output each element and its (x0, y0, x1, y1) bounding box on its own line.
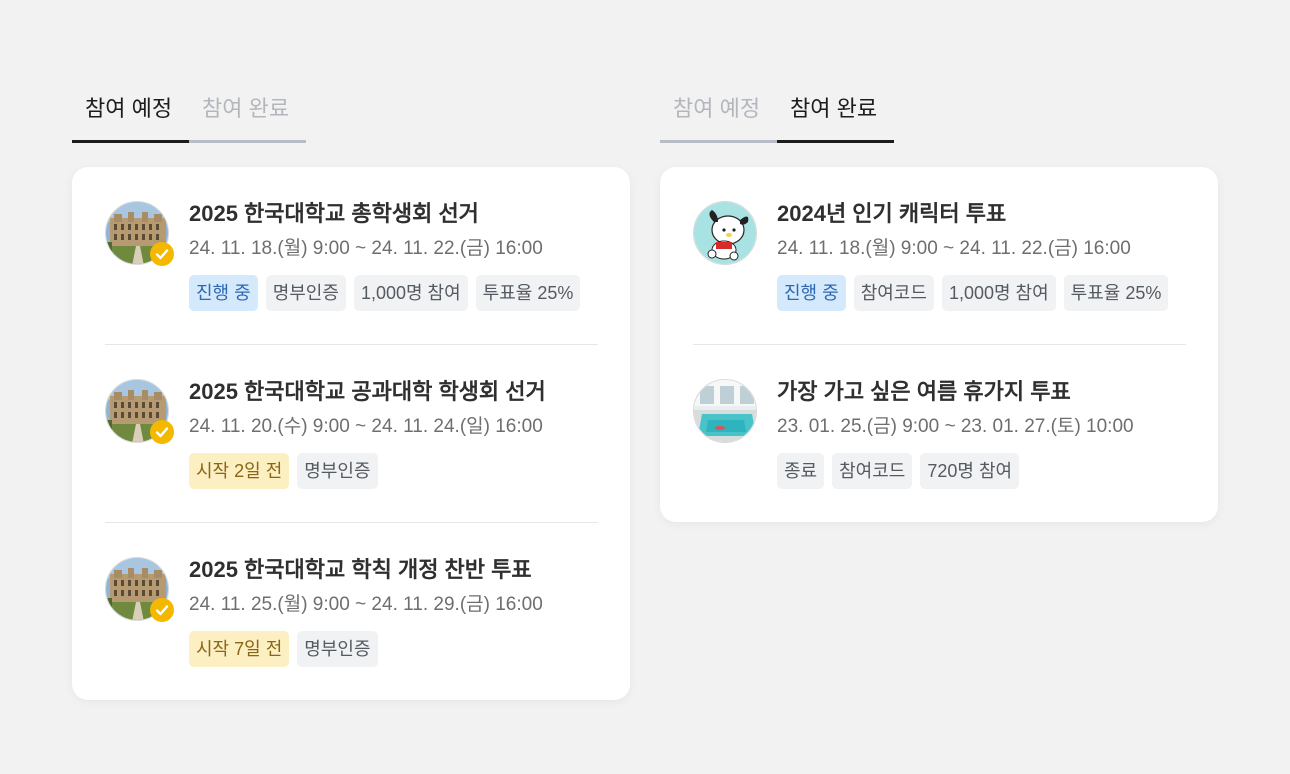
avatar (105, 557, 175, 623)
tab-completed[interactable]: 참여 완료 (777, 84, 894, 143)
verified-badge-icon (149, 597, 175, 623)
status-badge: 시작 7일 전 (189, 631, 290, 667)
vote-title: 2025 한국대학교 학칙 개정 찬반 투표 (189, 557, 532, 582)
participant-count-badge: 720명 참여 (920, 453, 1020, 489)
verified-badge-icon (149, 419, 175, 445)
status-badge: 종료 (777, 453, 825, 489)
vote-title: 2025 한국대학교 총학생회 선거 (189, 201, 479, 226)
list-item[interactable]: 2024년 인기 캐릭터 투표 24. 11. 18.(월) 9:00 ~ 24… (693, 167, 1186, 345)
status-badge: 진행 중 (777, 275, 846, 311)
auth-type-badge: 명부인증 (297, 453, 378, 489)
tab-bar: 참여 예정 참여 완료 (660, 84, 1218, 143)
vote-period: 24. 11. 25.(월) 9:00 ~ 24. 11. 29.(금) 16:… (189, 594, 543, 615)
vote-period: 24. 11. 18.(월) 9:00 ~ 24. 11. 22.(금) 16:… (777, 238, 1131, 259)
tab-bar: 참여 예정 참여 완료 (72, 84, 630, 143)
tab-upcoming[interactable]: 참여 예정 (660, 84, 777, 143)
participant-count-badge: 1,000명 참여 (353, 275, 468, 311)
status-badge: 진행 중 (189, 275, 258, 311)
status-badge: 시작 2일 전 (189, 453, 290, 489)
tab-completed[interactable]: 참여 완료 (189, 84, 306, 143)
list-item[interactable]: 2025 한국대학교 총학생회 선거 24. 11. 18.(월) 9:00 ~… (105, 167, 598, 345)
turnout-badge: 투표율 25% (1063, 275, 1169, 311)
avatar (105, 379, 175, 445)
vote-title: 2024년 인기 캐릭터 투표 (777, 201, 1007, 226)
verified-badge-icon (149, 241, 175, 267)
auth-type-badge: 참여코드 (832, 453, 913, 489)
vote-title: 2025 한국대학교 공과대학 학생회 선거 (189, 379, 546, 404)
list-item[interactable]: 가장 가고 싶은 여름 휴가지 투표 23. 01. 25.(금) 9:00 ~… (693, 345, 1186, 522)
tab-upcoming[interactable]: 참여 예정 (72, 84, 189, 143)
auth-type-badge: 참여코드 (853, 275, 934, 311)
vote-period: 23. 01. 25.(금) 9:00 ~ 23. 01. 27.(토) 10:… (777, 416, 1134, 437)
vote-title: 가장 가고 싶은 여름 휴가지 투표 (777, 379, 1071, 404)
completed-votes-panel: 참여 예정 참여 완료 2024년 인기 캐릭터 투표 24. 11. 18.(… (660, 84, 1218, 522)
vote-period: 24. 11. 18.(월) 9:00 ~ 24. 11. 22.(금) 16:… (189, 238, 543, 259)
list-item[interactable]: 2025 한국대학교 학칙 개정 찬반 투표 24. 11. 25.(월) 9:… (105, 523, 598, 700)
participant-count-badge: 1,000명 참여 (941, 275, 1056, 311)
vote-list-card: 2024년 인기 캐릭터 투표 24. 11. 18.(월) 9:00 ~ 24… (660, 167, 1218, 522)
upcoming-votes-panel: 참여 예정 참여 완료 2025 한국대학교 총학생회 선거 24. 11. 1… (72, 84, 630, 700)
avatar (693, 201, 757, 265)
vote-list-card: 2025 한국대학교 총학생회 선거 24. 11. 18.(월) 9:00 ~… (72, 167, 630, 700)
auth-type-badge: 명부인증 (265, 275, 346, 311)
list-item[interactable]: 2025 한국대학교 공과대학 학생회 선거 24. 11. 20.(수) 9:… (105, 345, 598, 523)
vote-period: 24. 11. 20.(수) 9:00 ~ 24. 11. 24.(일) 16:… (189, 416, 543, 437)
avatar (693, 379, 757, 443)
auth-type-badge: 명부인증 (297, 631, 378, 667)
avatar (105, 201, 175, 267)
turnout-badge: 투표율 25% (475, 275, 581, 311)
